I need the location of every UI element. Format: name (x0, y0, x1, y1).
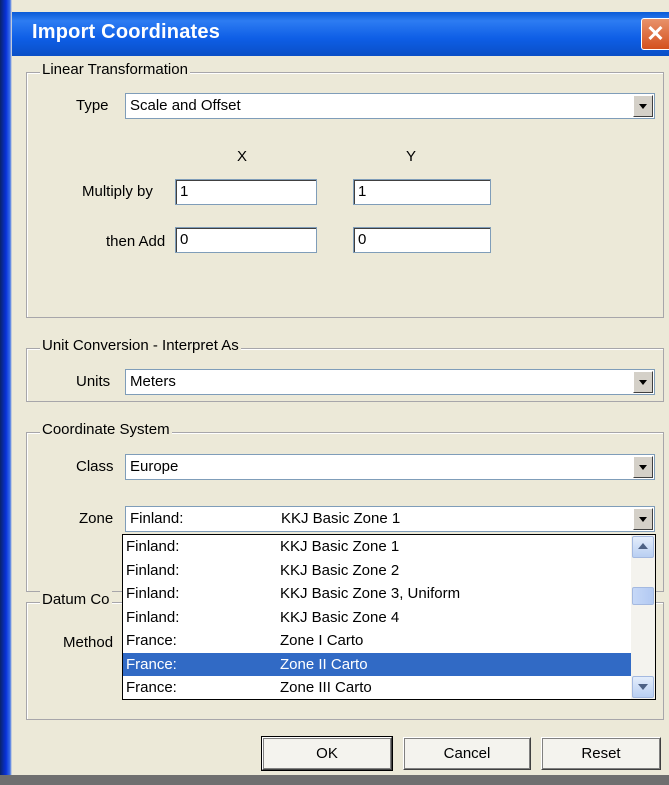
zone-option-zone: KKJ Basic Zone 2 (280, 561, 400, 579)
y-column-header: Y (406, 148, 417, 165)
zone-option-country: Finland: (126, 608, 180, 626)
zone-option[interactable]: France: Zone III Carto (123, 676, 655, 699)
then-add-label: then Add (106, 233, 166, 250)
chevron-down-icon[interactable] (633, 456, 653, 478)
datum-conversion-label: Datum Co (40, 591, 112, 608)
cancel-button[interactable]: Cancel (403, 737, 531, 770)
scroll-up-icon[interactable] (632, 536, 654, 558)
window-frame-left (0, 0, 12, 785)
method-label: Method (63, 634, 114, 651)
window-frame-bottom (0, 775, 669, 785)
window-title: Import Coordinates (32, 21, 221, 43)
multiply-y-input[interactable]: 1 (353, 179, 491, 205)
zone-select[interactable]: Finland: KKJ Basic Zone 1 (125, 506, 655, 532)
zone-dropdown-list[interactable]: Finland: KKJ Basic Zone 1 Finland: KKJ Basi… (122, 534, 656, 700)
zone-select-country: Finland: (130, 510, 184, 527)
linear-transformation-label: Linear Transformation (40, 61, 190, 78)
close-button[interactable]: ✕ (641, 18, 669, 50)
zone-option-country: Finland: (126, 538, 180, 555)
class-select[interactable]: Europe (125, 454, 655, 480)
coordinate-system-label: Coordinate System (40, 421, 172, 438)
type-label: Type (76, 97, 109, 114)
zone-option-country: France: (126, 679, 177, 696)
title-bar[interactable]: Import Coordinates ✕ (12, 12, 669, 56)
zone-option[interactable]: France: Zone II Carto (123, 652, 655, 676)
zone-option-zone: Zone III Carto (280, 679, 372, 696)
zone-option-zone: KKJ Basic Zone 3, Uniform (280, 585, 461, 602)
class-select-value: Europe (130, 458, 179, 475)
zone-option-zone: KKJ Basic Zone 4 (280, 608, 400, 626)
zone-label: Zone (79, 510, 114, 527)
zone-option-zone: KKJ Basic Zone 1 (280, 538, 400, 555)
multiply-x-input[interactable]: 1 (175, 179, 317, 205)
zone-option[interactable]: Finland: KKJ Basic Zone 1 (123, 535, 655, 559)
close-icon: ✕ (646, 21, 665, 46)
add-y-input[interactable]: 0 (353, 227, 491, 253)
chevron-down-icon[interactable] (633, 371, 653, 393)
units-select-value: Meters (130, 373, 176, 390)
chevron-down-icon[interactable] (633, 508, 653, 530)
zone-option[interactable]: Finland: KKJ Basic Zone 2 (123, 559, 655, 583)
type-select-value: Scale and Offset (130, 97, 241, 114)
zone-option-country: France: (126, 655, 177, 673)
type-select[interactable]: Scale and Offset (125, 93, 655, 119)
zone-option[interactable]: France: Zone I Carto (123, 629, 655, 653)
zone-option-country: Finland: (126, 585, 180, 602)
unit-conversion-label: Unit Conversion - Interpret As (40, 337, 241, 354)
zone-option-zone: Zone II Carto (280, 655, 368, 673)
multiply-by-label: Multiply by (82, 183, 153, 200)
x-column-header: X (237, 148, 248, 165)
add-x-input[interactable]: 0 (175, 227, 317, 253)
import-coordinates-dialog: Import Coordinates ✕ Linear Transformati… (0, 0, 669, 785)
units-label: Units (76, 373, 111, 390)
zone-option[interactable]: Finland: KKJ Basic Zone 3, Uniform (123, 582, 655, 606)
reset-button[interactable]: Reset (541, 737, 661, 770)
zone-option[interactable]: Finland: KKJ Basic Zone 4 (123, 606, 655, 630)
scroll-down-icon[interactable] (632, 676, 654, 698)
chevron-down-icon[interactable] (633, 95, 653, 117)
zone-option-country: Finland: (126, 561, 180, 579)
units-select[interactable]: Meters (125, 369, 655, 395)
zone-option-country: France: (126, 632, 177, 649)
class-label: Class (76, 458, 114, 475)
zone-option-zone: Zone I Carto (280, 632, 364, 649)
dropdown-scrollbar[interactable] (631, 535, 655, 699)
scroll-thumb[interactable] (632, 587, 654, 605)
ok-button[interactable]: OK (261, 736, 393, 771)
zone-select-zone: KKJ Basic Zone 1 (281, 510, 401, 527)
